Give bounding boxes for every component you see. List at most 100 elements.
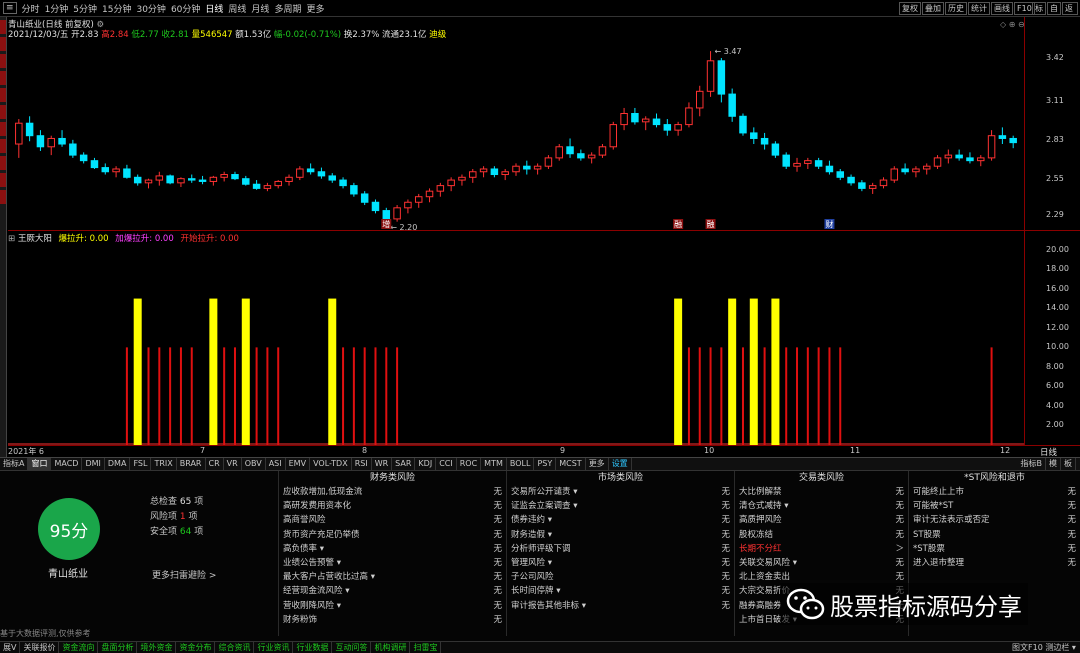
chart-window-controls[interactable]: ◇ ⊕ ⊖	[1000, 20, 1025, 29]
period-tab[interactable]: 周线	[228, 2, 246, 15]
mark-button[interactable]: 标记	[1032, 2, 1046, 15]
risk-item[interactable]: 审计无法表示或否定 无	[909, 513, 1080, 527]
draw-button[interactable]: 画线	[991, 2, 1013, 15]
risk-item[interactable]: 业绩公告预警 ▾ 无	[279, 556, 506, 570]
risk-item[interactable]: 财务造假 ▾ 无	[507, 528, 734, 542]
period-tab[interactable]: 1分钟	[45, 2, 69, 15]
bottom-tab[interactable]: 展V	[0, 642, 21, 653]
period-tab[interactable]: 15分钟	[102, 2, 131, 15]
bottom-tab[interactable]: 行业数据	[293, 642, 333, 653]
event-marker[interactable]: 增	[381, 219, 392, 229]
period-tab[interactable]: 更多	[306, 2, 324, 15]
indicator-tab[interactable]: 指标A	[0, 458, 29, 470]
bottom-tab[interactable]: 资金流向	[59, 642, 99, 653]
indicator-tab[interactable]: WR	[372, 458, 393, 470]
risk-item[interactable]: 应收款增加,低现金流 无	[279, 485, 506, 499]
back-button[interactable]: 返回	[1062, 2, 1078, 15]
period-tab[interactable]: 5分钟	[73, 2, 97, 15]
risk-item[interactable]: 清仓式减持 ▾ 无	[735, 499, 908, 513]
risk-item[interactable]: 财务粉饰 无	[279, 613, 506, 627]
indicator-tab[interactable]: VR	[224, 458, 242, 470]
risk-item[interactable]: 大比例解禁 无	[735, 485, 908, 499]
risk-item[interactable]: 高负债率 ▾ 无	[279, 542, 506, 556]
risk-item[interactable]: 管理风险 ▾ 无	[507, 556, 734, 570]
stats-button[interactable]: 统计	[968, 2, 990, 15]
indicator-tab[interactable]: ASI	[266, 458, 286, 470]
risk-item[interactable]: 长时间停牌 ▾ 无	[507, 584, 734, 598]
risk-item[interactable]: ST股票 无	[909, 528, 1080, 542]
event-marker[interactable]: 融	[673, 219, 684, 229]
indicator-tab[interactable]: 窗口	[28, 458, 52, 470]
indicator-tab-right[interactable]: 指标B	[1018, 458, 1046, 470]
risk-item[interactable]: 交易所公开谴责 ▾ 无	[507, 485, 734, 499]
risk-item[interactable]: 高质押风险 无	[735, 513, 908, 527]
risk-item[interactable]: 货币资产充足仍举债 无	[279, 528, 506, 542]
bottom-tab[interactable]: 扫雷宝	[410, 642, 442, 653]
indicator-tab[interactable]: CR	[206, 458, 224, 470]
indicator-tab[interactable]: KDJ	[415, 458, 437, 470]
menu-icon[interactable]: ≡	[3, 2, 17, 14]
risk-item[interactable]: 子公司风险 无	[507, 570, 734, 584]
left-tool-strip[interactable]	[0, 17, 7, 457]
risk-item[interactable]: *ST股票 无	[909, 542, 1080, 556]
event-marker[interactable]: 财	[824, 219, 835, 229]
risk-item[interactable]: 高商誉风险 无	[279, 513, 506, 527]
fq-button[interactable]: 复权	[899, 2, 921, 15]
risk-item[interactable]: 高研发费用资本化 无	[279, 499, 506, 513]
period-tab[interactable]: 月线	[251, 2, 269, 15]
bottom-tab[interactable]: 资金分布	[176, 642, 216, 653]
period-tab[interactable]: 日线	[205, 2, 223, 15]
indicator-tab[interactable]: MCST	[556, 458, 586, 470]
indicator-tab[interactable]: BOLL	[507, 458, 535, 470]
risk-item[interactable]: 可能终止上市 无	[909, 485, 1080, 499]
risk-item[interactable]: 证监会立案调查 ▾ 无	[507, 499, 734, 513]
bottom-right-links[interactable]: 图文F10 测边栏 ▾	[1012, 642, 1076, 653]
risk-item[interactable]: 经营现金流风险 ▾ 无	[279, 584, 506, 598]
indicator-bar-chart[interactable]	[8, 240, 1024, 445]
period-tab[interactable]: 多周期	[274, 2, 301, 15]
risk-item[interactable]: 最大客户占营收比过高 ▾ 无	[279, 570, 506, 584]
more-scan-link[interactable]: 更多扫雷避险 >	[152, 568, 216, 581]
period-tab[interactable]: 60分钟	[171, 2, 200, 15]
indicator-tab[interactable]: EMV	[286, 458, 311, 470]
risk-item[interactable]: 营收刚降风险 ▾ 无	[279, 599, 506, 613]
risk-item[interactable]: 分析师评级下调 无	[507, 542, 734, 556]
risk-item[interactable]: 审计报告其他非标 ▾ 无	[507, 599, 734, 613]
risk-item[interactable]: 进入退市整理 无	[909, 556, 1080, 570]
bottom-tab[interactable]: 互动问答	[332, 642, 372, 653]
overlay-button[interactable]: 叠加	[922, 2, 944, 15]
watchlist-button[interactable]: 自选	[1047, 2, 1061, 15]
bottom-tab[interactable]: 机构调研	[371, 642, 411, 653]
indicator-tab[interactable]: 设置	[609, 458, 632, 470]
indicator-tab-right[interactable]: 板	[1061, 458, 1076, 470]
bottom-tab[interactable]: 综合资讯	[215, 642, 255, 653]
period-tab[interactable]: 分时	[22, 2, 40, 15]
history-button[interactable]: 历史	[945, 2, 967, 15]
indicator-tab[interactable]: SAR	[392, 458, 416, 470]
period-tab[interactable]: 30分钟	[136, 2, 165, 15]
risk-item[interactable]: 长期不分红 ＞	[735, 542, 908, 556]
indicator-tab[interactable]: MACD	[51, 458, 83, 470]
indicator-tab[interactable]: BRAR	[177, 458, 206, 470]
indicator-tab[interactable]: TRIX	[151, 458, 177, 470]
bottom-tab[interactable]: 关联报价	[20, 642, 60, 653]
event-marker[interactable]: 融	[705, 219, 716, 229]
indicator-tab[interactable]: DMA	[105, 458, 131, 470]
indicator-tab[interactable]: RSI	[352, 458, 372, 470]
indicator-tab[interactable]: CCI	[436, 458, 457, 470]
bottom-tab[interactable]: 境外资金	[137, 642, 177, 653]
indicator-tab[interactable]: MTM	[481, 458, 507, 470]
risk-item[interactable]: 股权冻结 无	[735, 528, 908, 542]
indicator-tab[interactable]: FSL	[130, 458, 152, 470]
indicator-tab[interactable]: DMI	[82, 458, 105, 470]
indicator-tab-right[interactable]: 模	[1046, 458, 1061, 470]
indicator-tab[interactable]: VOL-TDX	[310, 458, 352, 470]
indicator-tab[interactable]: ROC	[457, 458, 482, 470]
risk-item[interactable]: 债券违约 ▾ 无	[507, 513, 734, 527]
bottom-tab[interactable]: 盘面分析	[98, 642, 138, 653]
indicator-tab[interactable]: 更多	[586, 458, 609, 470]
risk-item[interactable]: 关联交易风险 ▾ 无	[735, 556, 908, 570]
risk-item[interactable]: 可能被*ST 无	[909, 499, 1080, 513]
indicator-tab[interactable]: OBV	[242, 458, 266, 470]
indicator-tab[interactable]: PSY	[534, 458, 557, 470]
